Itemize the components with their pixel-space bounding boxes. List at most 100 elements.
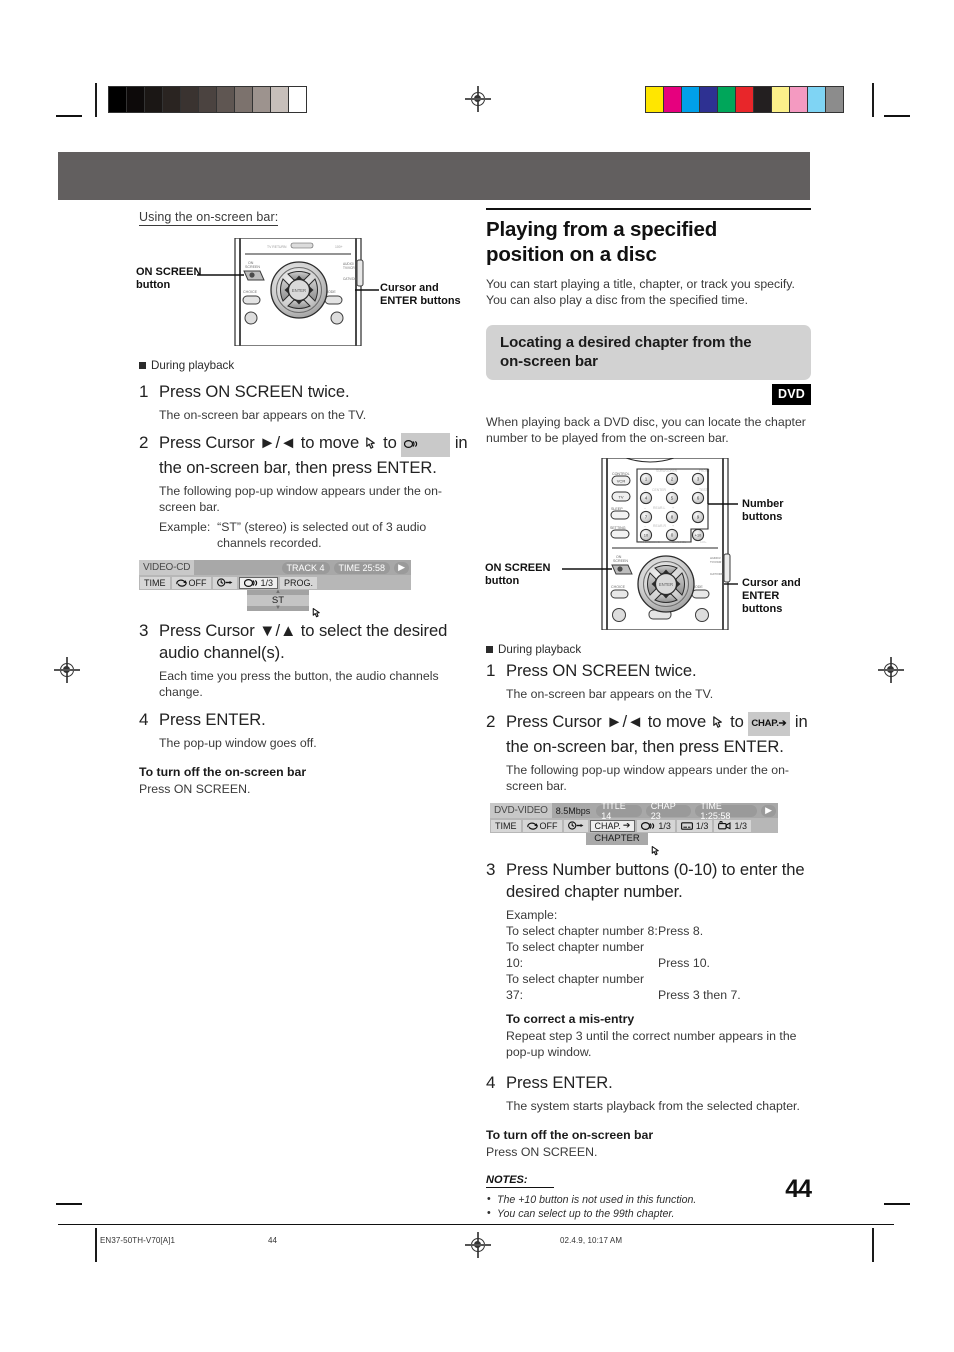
- step-number: 4: [486, 1073, 496, 1092]
- step-item: 1 Press ON SCREEN twice. The on-screen b…: [139, 381, 469, 423]
- calibration-swatch: [144, 87, 162, 112]
- right-arrow-icon: ➔: [778, 718, 787, 729]
- svg-text:100+: 100+: [700, 540, 707, 544]
- left-column: Using the on-screen bar: TV RETURN 100+ …: [136, 208, 469, 797]
- callout-line-2: button: [485, 575, 520, 587]
- example-label: Example:: [506, 908, 558, 922]
- example-right: Press 3 then 7.: [658, 988, 741, 1002]
- step-title-pre: Press Cursor ►/◄ to move: [159, 433, 364, 452]
- during-playback-marker-left: During playback: [139, 359, 469, 372]
- calibration-swatch: [162, 87, 180, 112]
- svg-text:CENTER: CENTER: [652, 488, 666, 492]
- step-number: 1: [486, 661, 496, 680]
- calibration-swatch: [109, 87, 126, 112]
- svg-text:100+: 100+: [335, 245, 343, 249]
- osd-spacer: [752, 818, 778, 833]
- bullet-square-icon: [139, 362, 146, 369]
- turn-off-text-right: Press ON SCREEN.: [486, 1145, 598, 1159]
- audio-channel-icon: [641, 821, 655, 830]
- cursor-hand-icon: [365, 437, 375, 449]
- crop-mark-bottom-left: [95, 1228, 97, 1262]
- manual-page: Using the on-screen bar: TV RETURN 100+ …: [0, 0, 954, 1352]
- osd-spacer: [318, 575, 411, 590]
- crop-mark-top-right: [872, 83, 874, 117]
- clock-arrow-icon: [567, 821, 583, 830]
- intro-line-2: number to be played from the on-screen b…: [486, 431, 729, 445]
- step-title: Press Cursor ►/◄ to move to in the on-sc…: [159, 432, 469, 479]
- osd-pill-track: TRACK 4: [281, 561, 330, 574]
- footer-file-id: EN37-50TH-V70[A]1: [100, 1236, 176, 1245]
- svg-text:SUBWOOFER: SUBWOOFER: [656, 469, 678, 473]
- svg-text:7: 7: [645, 515, 648, 520]
- repeat-icon: [526, 822, 538, 830]
- step-description: The following pop-up window appears unde…: [506, 763, 790, 793]
- osd-box-subtitle-text: 1/3: [695, 820, 709, 831]
- callout-on-screen-button-left: ON SCREEN button: [136, 266, 201, 292]
- page-number: 44: [785, 1175, 812, 1203]
- registration-target-bottom: [465, 1232, 491, 1258]
- osd-bar-dvdvideo: DVD-VIDEO 8.5Mbps TITLE 14 CHAP 23 TIME …: [490, 801, 778, 856]
- crop-mark-edge-right-bottom: [884, 1203, 910, 1205]
- step-title: Press Cursor ▼/▲ to select the desired a…: [159, 621, 448, 662]
- osd-box-repeat-text: OFF: [188, 577, 207, 588]
- osd-box-chapter-text: CHAP.: [594, 820, 621, 831]
- callout-line-2: button: [136, 279, 171, 291]
- remote-illustration-right: CONTROL VCR TV SLEEP SETTING SUBWOOFER F…: [485, 457, 811, 631]
- example-left: To select chapter number 10:: [506, 940, 645, 970]
- repeat-icon: [175, 579, 187, 587]
- step-description: The system starts playback from the sele…: [506, 1099, 800, 1113]
- page-title-line-1: Playing from a specified: [486, 218, 718, 241]
- step-title-pre: Press Cursor ►/◄ to move: [506, 712, 711, 731]
- osd-disc-label: DVD-VIDEO: [490, 803, 552, 818]
- example-right: Press 8.: [658, 924, 704, 938]
- turn-off-heading-right: To turn off the on-screen bar: [486, 1128, 654, 1142]
- calibration-swatch: [825, 87, 843, 112]
- step-number: 3: [139, 621, 149, 640]
- step-example: Example: “ST” (stereo) is selected out o…: [159, 519, 469, 551]
- svg-text:10: 10: [644, 533, 649, 538]
- osd-box-audio-text: 1/3: [658, 820, 671, 831]
- osd-row-top: VIDEO-CD TRACK 4 TIME 25:58 ▶: [139, 560, 411, 575]
- svg-text:TV RETURN: TV RETURN: [267, 245, 287, 249]
- svg-text:0: 0: [671, 533, 674, 538]
- calibration-swatch: [753, 87, 771, 112]
- svg-text:5: 5: [671, 496, 674, 501]
- callout-line-1: ON SCREEN: [136, 266, 202, 278]
- cursor-hand-icon: [712, 716, 722, 728]
- right-column: Playing from a specified position on a d…: [485, 208, 811, 1221]
- crop-mark-edge-left: [56, 115, 82, 117]
- osd-pill-time: TIME 25:58: [333, 561, 391, 574]
- registration-target-left: [54, 657, 80, 683]
- right-arrow-icon: ➔: [622, 820, 631, 830]
- osd-popup-audio: ▲ ST ▼: [247, 589, 309, 611]
- notes-list: The +10 button is not used in this funct…: [486, 1192, 811, 1221]
- osd-box-angle: 1/3: [714, 819, 751, 832]
- calibration-swatch: [234, 87, 252, 112]
- example-label: Example:: [159, 520, 211, 534]
- step-item: 2 Press Cursor ►/◄ to move to CHAP.➔ in …: [486, 711, 811, 856]
- svg-text:–: –: [644, 488, 646, 492]
- svg-text:6: 6: [697, 496, 700, 501]
- crop-mark-edge-right: [884, 115, 910, 117]
- osd-disc-label: VIDEO-CD: [139, 560, 195, 575]
- step-title-mid: to: [378, 433, 402, 452]
- step-item: 4 Press ENTER. The system starts playbac…: [486, 1072, 811, 1114]
- svg-text:+: +: [672, 506, 674, 510]
- section-marker-text: During playback: [151, 359, 235, 372]
- osd-box-angle-text: 1/3: [734, 820, 747, 831]
- svg-text:REAR-R: REAR-R: [653, 524, 667, 528]
- step-title: Press Cursor ►/◄ to move to CHAP.➔ in th…: [506, 711, 811, 758]
- step-item: 4 Press ENTER. The pop-up window goes of…: [139, 709, 469, 751]
- grayscale-calibration-strip: [108, 86, 307, 113]
- correct-mis-entry-text: Repeat step 3 until the correct number a…: [506, 1029, 797, 1059]
- subsection-heading-line-2: on-screen bar: [500, 353, 598, 370]
- subsection-intro: When playing back a DVD disc, you can lo…: [486, 414, 811, 446]
- osd-pill-title: TITLE 14: [596, 801, 642, 821]
- svg-text:8: 8: [671, 515, 674, 520]
- turn-off-heading-left: To turn off the on-screen bar: [139, 765, 307, 779]
- osd-box-audio: 1/3: [637, 819, 675, 832]
- svg-text:1: 1: [645, 477, 648, 482]
- example-left: To select chapter number 37:: [506, 972, 645, 1002]
- step-number: 3: [486, 860, 496, 879]
- step-title: Press Number buttons (0-10) to enter the…: [506, 860, 805, 901]
